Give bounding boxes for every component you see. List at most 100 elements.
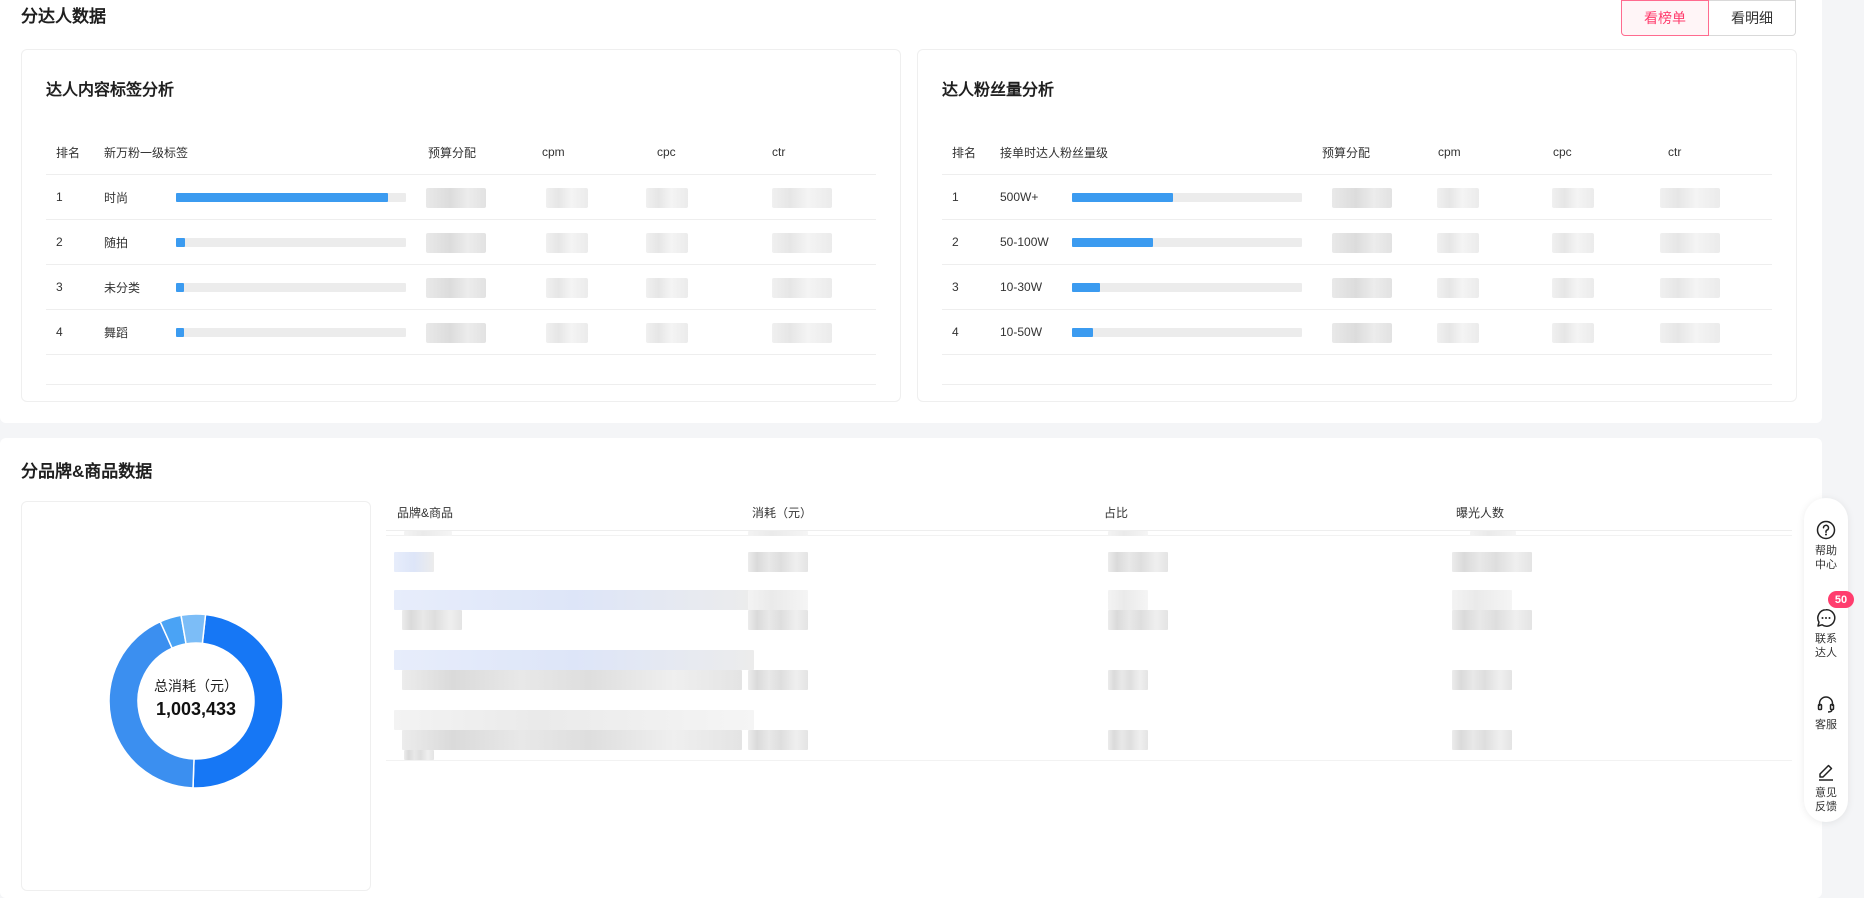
- ctr-cell: [1660, 188, 1720, 208]
- cpc-cell: [646, 278, 688, 298]
- header-budget: 预算分配: [428, 145, 477, 160]
- donut-chart: [108, 613, 284, 789]
- ctr-cell: [772, 278, 832, 298]
- contact-influencer-button[interactable]: 联系达人: [1804, 608, 1848, 660]
- content-tag-table: 排名 新万粉一级标签 预算分配 cpm cpc ctr 1 时尚 2 随拍 3 未分类 4 舞…: [46, 130, 876, 385]
- cpm-cell: [1437, 278, 1479, 298]
- label-cell: 时尚: [104, 190, 129, 205]
- share-bar-fill: [176, 282, 184, 292]
- label-cell: 500W+: [1000, 190, 1039, 204]
- header-cpm: cpm: [542, 145, 565, 159]
- ctr-cell: [772, 188, 832, 208]
- budget-cell: [1332, 278, 1392, 298]
- header-cpm: cpm: [1438, 145, 1461, 159]
- cpm-cell: [546, 233, 588, 253]
- rank-cell: 4: [56, 325, 63, 339]
- content-tag-card: 达人内容标签分析 排名 新万粉一级标签 预算分配 cpm cpc ctr 1 时尚…: [21, 49, 901, 402]
- header-rank: 排名: [952, 145, 977, 160]
- table-row[interactable]: [386, 536, 1792, 590]
- cpc-cell: [646, 233, 688, 253]
- table-footer: [46, 355, 876, 385]
- header-cpc: cpc: [657, 145, 676, 159]
- customer-service-button[interactable]: 客服: [1804, 694, 1848, 732]
- headset-icon: [1817, 696, 1835, 713]
- rank-cell: 3: [56, 280, 63, 294]
- edit-icon: [1819, 764, 1833, 781]
- ctr-cell: [772, 323, 832, 343]
- header-fans-level: 接单时达人粉丝量级: [1000, 145, 1109, 160]
- header-cpc: cpc: [1553, 145, 1572, 159]
- header-budget: 预算分配: [1322, 145, 1371, 160]
- label-cell: 50-100W: [1000, 235, 1049, 249]
- donut-center-label: 总消耗（元）: [154, 678, 238, 694]
- table-row[interactable]: [386, 590, 1792, 646]
- rank-cell: 1: [56, 190, 63, 204]
- ctr-cell: [1660, 233, 1720, 253]
- table-row[interactable]: 1 时尚: [46, 175, 876, 220]
- card-title: 达人粉丝量分析: [942, 82, 1055, 99]
- share-bar-fill: [1072, 282, 1100, 292]
- table-row[interactable]: [386, 646, 1792, 706]
- budget-cell: [426, 233, 486, 253]
- share-bar-fill: [1072, 192, 1174, 202]
- cpc-cell: [646, 188, 688, 208]
- brand-product-table: 品牌&商品 消耗（元） 占比 曝光人数: [386, 495, 1792, 761]
- label-cell: 随拍: [104, 235, 129, 250]
- unread-badge: 50: [1828, 591, 1854, 608]
- donut-center-value: 1,003,433: [155, 699, 237, 719]
- share-bar-fill: [1072, 237, 1153, 247]
- table-footer: [942, 355, 1772, 385]
- share-bar: [176, 282, 406, 292]
- card-title: 达人内容标签分析: [46, 82, 175, 99]
- influencer-data-section: 分达人数据 看榜单 看明细 达人内容标签分析 排名 新万粉一级标签 预算分配 c…: [0, 0, 1822, 423]
- share-bar: [176, 327, 406, 337]
- help-icon: [1816, 520, 1836, 540]
- ctr-cell: [1660, 278, 1720, 298]
- label-cell: 未分类: [104, 280, 141, 295]
- help-center-button[interactable]: 帮助中心: [1804, 520, 1848, 572]
- header-ratio: 占比: [1104, 506, 1129, 520]
- header-ctr: ctr: [1668, 145, 1682, 159]
- table-row[interactable]: 2 随拍: [46, 220, 876, 265]
- share-bar: [1072, 282, 1302, 292]
- table-header: 排名 新万粉一级标签 预算分配 cpm cpc ctr: [46, 130, 876, 175]
- feedback-button[interactable]: 意见反馈: [1804, 762, 1848, 814]
- fans-level-card: 达人粉丝量分析 排名 接单时达人粉丝量级 预算分配 cpm cpc ctr 1 5…: [917, 49, 1797, 402]
- cpc-cell: [1552, 233, 1594, 253]
- share-bar: [176, 192, 406, 202]
- cpm-cell: [546, 278, 588, 298]
- cpm-cell: [1437, 233, 1479, 253]
- budget-cell: [426, 278, 486, 298]
- table-row[interactable]: 4 舞蹈: [46, 310, 876, 355]
- share-bar-fill: [176, 327, 184, 337]
- header-spend: 消耗（元）: [752, 506, 813, 520]
- rank-cell: 3: [952, 280, 959, 294]
- label-cell: 10-50W: [1000, 325, 1043, 339]
- floating-toolbar: 帮助中心 联系达人 客服 意见反馈: [1804, 498, 1848, 822]
- table-row[interactable]: [386, 706, 1792, 761]
- customer-service-label: 客服: [1815, 719, 1837, 731]
- rank-cell: 2: [952, 235, 959, 249]
- ranking-view-button[interactable]: 看榜单: [1621, 0, 1709, 36]
- chat-icon: [1817, 609, 1836, 627]
- table-header: 品牌&商品 消耗（元） 占比 曝光人数: [386, 495, 1792, 531]
- donut-segment-4[interactable]: [180, 613, 207, 645]
- ctr-cell: [772, 233, 832, 253]
- ctr-cell: [1660, 323, 1720, 343]
- rank-cell: 4: [952, 325, 959, 339]
- detail-view-button[interactable]: 看明细: [1709, 0, 1796, 36]
- view-toggle: 看榜单 看明细: [1621, 0, 1796, 36]
- header-brand-product: 品牌&商品: [397, 506, 454, 520]
- label-cell: 舞蹈: [104, 325, 129, 340]
- table-row[interactable]: 3 未分类: [46, 265, 876, 310]
- budget-cell: [1332, 233, 1392, 253]
- table-row[interactable]: 1 500W+: [942, 175, 1772, 220]
- cpc-cell: [646, 323, 688, 343]
- table-row[interactable]: 3 10-30W: [942, 265, 1772, 310]
- table-row[interactable]: 4 10-50W: [942, 310, 1772, 355]
- table-row[interactable]: 2 50-100W: [942, 220, 1772, 265]
- budget-cell: [426, 323, 486, 343]
- share-bar-fill: [176, 237, 186, 247]
- budget-cell: [426, 188, 486, 208]
- cpc-cell: [1552, 188, 1594, 208]
